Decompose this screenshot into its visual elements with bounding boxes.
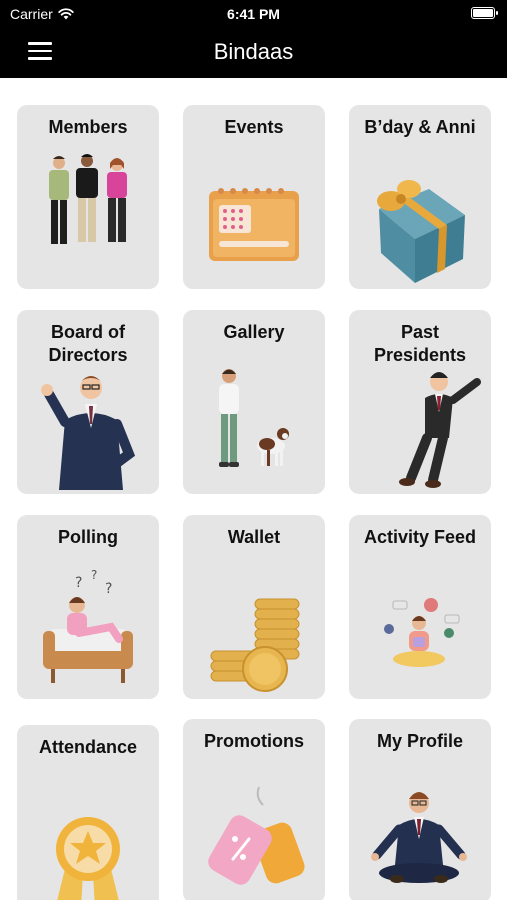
tile-my-profile[interactable]: My Profile <box>349 719 491 900</box>
battery-icon <box>471 7 498 19</box>
menu-grid: Members Events B’day & Anni Board of Dir… <box>0 78 507 900</box>
meditating-woman-social-illustration <box>384 598 460 667</box>
tile-label: Activity Feed <box>363 527 477 547</box>
tile-label: Members <box>48 117 128 137</box>
tile-label: Wallet <box>227 527 281 547</box>
tile-label: Events <box>224 117 284 137</box>
star-medal-illustration <box>56 817 120 900</box>
calendar-illustration <box>209 188 299 261</box>
tile-label: Polling <box>58 527 118 547</box>
nav-bar: Bindaas <box>0 28 507 78</box>
gift-box-illustration <box>377 180 465 283</box>
price-tags-illustration <box>208 786 305 885</box>
tile-polling[interactable]: Polling ? ? ? <box>17 515 159 699</box>
clock: 6:41 PM <box>227 6 280 22</box>
tile-label: My Profile <box>376 731 464 751</box>
coin-stacks-illustration <box>210 598 300 692</box>
tile-activity-feed[interactable]: Activity Feed <box>349 515 491 699</box>
tile-bday-anni[interactable]: B’day & Anni <box>349 105 491 289</box>
tile-wallet[interactable]: Wallet <box>183 515 325 699</box>
tile-gallery[interactable]: Gallery <box>183 310 325 494</box>
page-title: Bindaas <box>213 39 294 64</box>
waving-businessman-illustration <box>41 376 136 490</box>
tile-label: Promotions <box>203 731 304 751</box>
tile-label: Attendance <box>38 737 137 757</box>
thinking-woman-on-sofa-illustration: ? ? ? <box>43 568 133 683</box>
tile-members[interactable]: Members <box>17 105 159 289</box>
meditating-businessman-illustration <box>371 792 467 883</box>
tile-attendance[interactable]: Attendance <box>17 725 159 900</box>
members-illustration <box>49 154 127 244</box>
status-bar: Carrier 6:41 PM <box>0 0 507 28</box>
svg-text:?: ? <box>91 568 97 582</box>
tile-past-presidents[interactable]: Past Presidents <box>349 310 491 494</box>
svg-text:?: ? <box>105 581 112 597</box>
svg-text:?: ? <box>75 575 82 591</box>
man-with-dog-illustration <box>219 369 289 467</box>
leaning-businessman-illustration <box>399 372 481 488</box>
tile-label: Gallery <box>223 322 285 342</box>
tile-board-of-directors[interactable]: Board of Directors <box>17 310 159 494</box>
tile-events[interactable]: Events <box>183 105 325 289</box>
tile-promotions[interactable]: Promotions <box>183 719 325 900</box>
tile-label: B’day & Anni <box>364 117 476 137</box>
